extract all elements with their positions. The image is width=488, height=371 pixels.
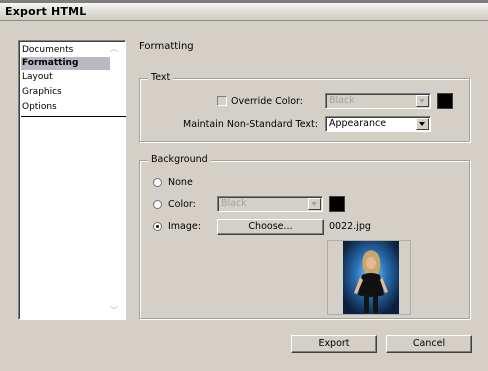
category-list[interactable]: Documents Formatting Layout Graphics Opt… xyxy=(18,40,126,320)
window-title: Export HTML xyxy=(5,5,87,18)
override-color-swatch[interactable] xyxy=(437,93,453,109)
override-color-label[interactable]: Override Color: xyxy=(231,96,303,108)
background-color-select[interactable]: Black xyxy=(217,196,323,212)
sidebar-item-options[interactable]: Options xyxy=(21,101,110,114)
override-color-select[interactable]: Black xyxy=(325,93,431,109)
sidebar-item-layout[interactable]: Layout xyxy=(21,71,110,84)
list-divider xyxy=(21,116,126,117)
image-filename: 0022.jpg xyxy=(329,221,371,232)
background-image-radio[interactable] xyxy=(153,222,162,231)
text-group: Text xyxy=(139,72,470,142)
maintain-text-value: Appearance xyxy=(329,118,387,129)
export-button[interactable]: Export xyxy=(291,335,377,353)
maintain-text-select[interactable]: Appearance xyxy=(325,116,431,132)
title-bar-strip xyxy=(0,0,488,3)
scroll-up-icon[interactable]: ︿ xyxy=(109,44,119,54)
choose-image-button[interactable]: Choose... xyxy=(217,219,324,235)
chevron-down-icon xyxy=(308,198,321,210)
cancel-button[interactable]: Cancel xyxy=(386,335,472,353)
chevron-down-icon xyxy=(416,95,429,107)
sidebar-item-graphics[interactable]: Graphics xyxy=(21,86,110,99)
chevron-down-icon xyxy=(416,118,429,130)
preview-photo xyxy=(343,241,399,314)
text-group-legend: Text xyxy=(148,72,174,84)
background-none-radio[interactable] xyxy=(153,178,162,187)
sidebar-item-formatting[interactable]: Formatting xyxy=(21,57,110,70)
override-color-checkbox[interactable] xyxy=(217,96,227,106)
background-image-label[interactable]: Image: xyxy=(168,221,201,233)
maintain-text-label: Maintain Non-Standard Text: xyxy=(183,119,318,130)
scroll-down-icon[interactable]: ﹀ xyxy=(109,306,119,316)
background-color-value: Black xyxy=(221,198,247,209)
background-color-radio[interactable] xyxy=(153,200,162,209)
sidebar-item-documents[interactable]: Documents xyxy=(21,44,110,57)
background-group-legend: Background xyxy=(148,154,211,166)
title-bar: Export HTML xyxy=(0,0,488,21)
image-preview xyxy=(327,240,411,315)
override-color-value: Black xyxy=(329,95,355,106)
background-color-label[interactable]: Color: xyxy=(168,199,196,211)
background-none-label[interactable]: None xyxy=(168,177,193,189)
page-title: Formatting xyxy=(139,41,194,52)
background-color-swatch[interactable] xyxy=(329,196,345,212)
